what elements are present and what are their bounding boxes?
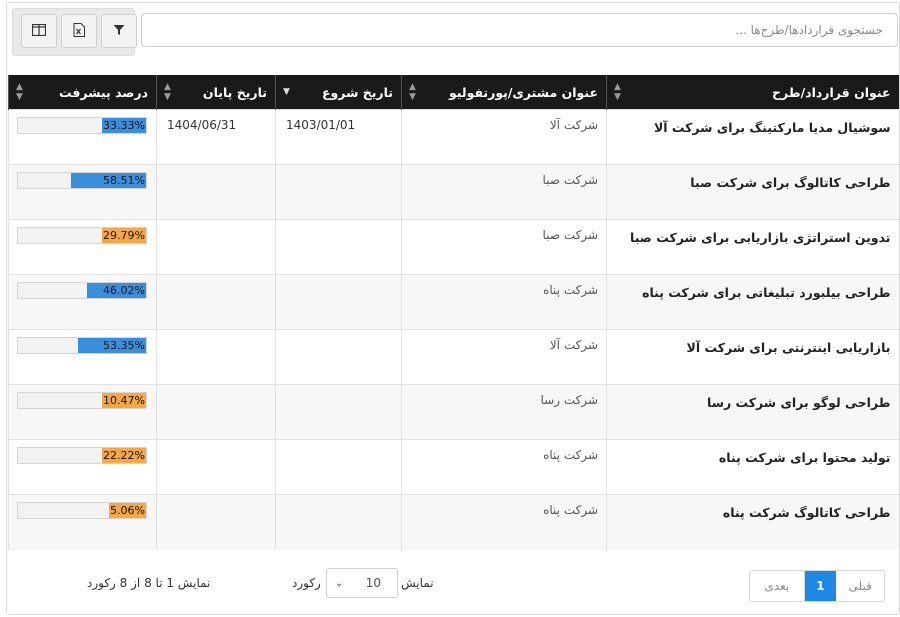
row-client: شرکت رسا <box>401 384 607 440</box>
row-title: طراحی بیلبورد تبلیغاتی برای شرکت پناه <box>606 274 899 330</box>
contracts-table: عنوان قرارداد/طرح ▲ ▼ عنوان مشتری/پورتفولی… <box>8 75 899 550</box>
progress-bar: 33.33% <box>17 117 147 134</box>
filter-icon <box>113 24 125 39</box>
table-row[interactable]: طراحی بیلبورد تبلیغاتی برای شرکت پناه شر… <box>8 274 899 330</box>
row-client: شرکت پناه <box>401 439 607 495</box>
progress-label: 46.02% <box>103 284 145 297</box>
filter-button[interactable] <box>101 14 137 48</box>
pagination: قبلی 1 بعدی <box>749 570 885 602</box>
table-header-row: عنوان قرارداد/طرح ▲ ▼ عنوان مشتری/پورتفولی… <box>8 75 899 110</box>
row-end-date <box>156 439 276 495</box>
row-title: تدوین استراتژی بازاریابی برای شرکت صبا <box>606 219 899 275</box>
sort-desc-icon: ▼ <box>283 87 290 97</box>
row-client: شرکت صبا <box>401 219 607 275</box>
row-progress: 29.79% <box>8 219 157 275</box>
row-start-date <box>275 439 402 495</box>
row-title: سوشیال مدیا مارکتینگ برای شرکت آلا <box>606 109 899 165</box>
row-progress: 58.51% <box>8 164 157 220</box>
progress-bar: 5.06% <box>17 502 147 519</box>
next-page-button[interactable]: بعدی <box>750 571 805 601</box>
page-size-label: نمایش <box>401 576 434 590</box>
search-box[interactable] <box>141 13 898 47</box>
row-progress: 53.35% <box>8 329 157 385</box>
header-start-date[interactable]: تاریخ شروع ▼ <box>275 75 402 110</box>
tool-button-group <box>12 8 137 56</box>
row-title: تولید محتوا برای شرکت پناه <box>606 439 899 495</box>
current-page-button[interactable]: 1 <box>804 571 837 601</box>
table-row[interactable]: تدوین استراتژی بازاریابی برای شرکت صبا ش… <box>8 219 899 275</box>
prev-page-button[interactable]: قبلی <box>836 571 884 601</box>
columns-button[interactable] <box>21 14 57 48</box>
columns-icon <box>31 23 47 39</box>
progress-bar: 53.35% <box>17 337 147 354</box>
search-input[interactable] <box>154 22 885 38</box>
row-end-date <box>156 384 276 440</box>
row-progress: 10.47% <box>8 384 157 440</box>
records-summary: نمایش 1 تا 8 از 8 رکورد <box>87 576 211 590</box>
header-end-date[interactable]: تاریخ پایان ▲ ▼ <box>156 75 276 110</box>
row-client: شرکت آلا <box>401 109 607 165</box>
progress-label: 22.22% <box>103 449 145 462</box>
row-start-date <box>275 494 402 550</box>
sort-icon: ▲ ▼ <box>164 82 171 102</box>
table-row[interactable]: طراحی کاتالوگ برای شرکت صبا شرکت صبا 58.… <box>8 164 899 220</box>
table-row[interactable]: تولید محتوا برای شرکت پناه شرکت پناه 22.… <box>8 439 899 495</box>
progress-label: 58.51% <box>103 174 145 187</box>
row-title: طراحی کاتالوگ برای شرکت صبا <box>606 164 899 220</box>
row-progress: 46.02% <box>8 274 157 330</box>
row-title: طراحی لوگو برای شرکت رسا <box>606 384 899 440</box>
header-title[interactable]: عنوان قرارداد/طرح ▲ ▼ <box>606 75 899 110</box>
row-start-date: 1403/01/01 <box>275 109 402 165</box>
row-end-date <box>156 219 276 275</box>
toolbar <box>12 8 900 58</box>
progress-label: 33.33% <box>103 119 145 132</box>
sort-icon: ▲ ▼ <box>409 82 416 102</box>
table-footer: قبلی 1 بعدی نمایش ⌄ 10 رکورد نمایش 1 تا … <box>8 560 898 610</box>
progress-bar: 10.47% <box>17 392 147 409</box>
row-progress: 5.06% <box>8 494 157 550</box>
excel-icon <box>73 22 85 40</box>
row-progress: 22.22% <box>8 439 157 495</box>
header-progress[interactable]: درصد پیشرفت ▲ ▼ <box>8 75 157 110</box>
row-client: شرکت پناه <box>401 274 607 330</box>
table-row[interactable]: طراحی کاتالوگ شرکت پناه شرکت پناه 5.06% <box>8 494 899 550</box>
sort-icon: ▲ ▼ <box>16 82 23 102</box>
progress-label: 5.06% <box>110 504 145 517</box>
record-label: رکورد <box>292 576 321 590</box>
row-end-date <box>156 494 276 550</box>
progress-bar: 46.02% <box>17 282 147 299</box>
progress-label: 53.35% <box>103 339 145 352</box>
page-size-value: 10 <box>365 576 381 590</box>
row-client: شرکت پناه <box>401 494 607 550</box>
row-end-date <box>156 164 276 220</box>
row-end-date <box>156 274 276 330</box>
row-end-date <box>156 329 276 385</box>
row-start-date <box>275 329 402 385</box>
table-row[interactable]: طراحی لوگو برای شرکت رسا شرکت رسا 10.47% <box>8 384 899 440</box>
row-title: طراحی کاتالوگ شرکت پناه <box>606 494 899 550</box>
progress-bar: 22.22% <box>17 447 147 464</box>
progress-bar: 29.79% <box>17 227 147 244</box>
header-client[interactable]: عنوان مشتری/پورتفولیو ▲ ▼ <box>401 75 607 110</box>
page-size-select[interactable]: ⌄ 10 <box>326 568 398 598</box>
row-start-date <box>275 384 402 440</box>
progress-bar: 58.51% <box>17 172 147 189</box>
row-title: بازاریابی اینترنتی برای شرکت آلا <box>606 329 899 385</box>
excel-export-button[interactable] <box>61 14 97 48</box>
row-end-date: 1404/06/31 <box>156 109 276 165</box>
chevron-down-icon: ⌄ <box>335 577 344 589</box>
sort-icon: ▲ ▼ <box>614 82 621 102</box>
table-row[interactable]: بازاریابی اینترنتی برای شرکت آلا شرکت آل… <box>8 329 899 385</box>
progress-label: 29.79% <box>103 229 145 242</box>
row-start-date <box>275 219 402 275</box>
progress-label: 10.47% <box>103 394 145 407</box>
row-progress: 33.33% <box>8 109 157 165</box>
row-client: شرکت آلا <box>401 329 607 385</box>
row-start-date <box>275 164 402 220</box>
row-start-date <box>275 274 402 330</box>
table-row[interactable]: سوشیال مدیا مارکتینگ برای شرکت آلا شرکت … <box>8 109 899 165</box>
row-client: شرکت صبا <box>401 164 607 220</box>
